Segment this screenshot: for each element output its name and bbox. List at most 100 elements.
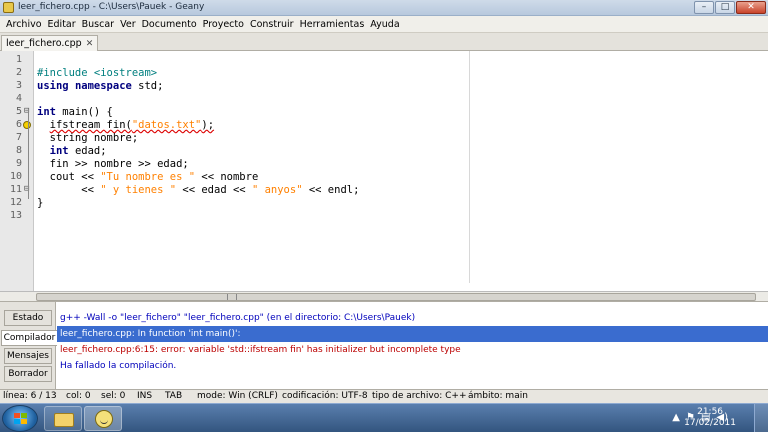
menu-documento[interactable]: Documento xyxy=(139,19,200,30)
code-token: namespace xyxy=(74,80,132,92)
line-number: 5 xyxy=(15,106,22,117)
code-line[interactable]: fin >> nombre >> edad; xyxy=(37,158,189,171)
window-title: leer_fichero.cpp - C:\Users\Pauek - Gean… xyxy=(18,2,205,12)
status-line: línea: 6 / 13 xyxy=(3,391,57,401)
clock[interactable]: 21:56 17/02/2011 xyxy=(684,407,736,429)
code-line[interactable]: int edad; xyxy=(37,145,107,158)
line-number: 11 xyxy=(9,184,22,195)
status-scope: ámbito: main xyxy=(468,391,528,401)
status-sel: sel: 0 xyxy=(101,391,126,401)
status-mode: mode: Win (CRLF) xyxy=(197,391,278,401)
code-token: "datos.txt" xyxy=(131,119,202,131)
line-number: 7 xyxy=(15,132,22,143)
window-controls: – □ ✕ xyxy=(694,1,766,14)
code-token: ifstream fin( xyxy=(49,119,132,131)
menu-buscar[interactable]: Buscar xyxy=(79,19,117,30)
geany-taskbar-icon[interactable] xyxy=(84,406,122,431)
line-number: 8 xyxy=(15,145,22,156)
line-number: 3 xyxy=(15,80,22,91)
tab-label: leer_fichero.cpp xyxy=(6,38,82,49)
code-token: ); xyxy=(201,119,215,131)
code-token: cout << xyxy=(37,171,101,183)
code-token: edad; xyxy=(68,145,107,157)
menu-bar: Archivo Editar Buscar Ver Documento Proy… xyxy=(0,16,768,33)
code-line[interactable]: << " y tienes " << edad << " anyos" << e… xyxy=(37,184,359,197)
code-token: "Tu nombre es " xyxy=(100,171,196,183)
long-line-marker xyxy=(469,51,470,283)
code-editor[interactable]: 1 2 3 4 5 ⊟ 6 7 8 9 10 11 ⊟ 12 13 #include <iostream> u… xyxy=(0,51,768,301)
geany-app-icon xyxy=(3,2,14,13)
fold-guide xyxy=(28,109,29,199)
tab-leer-fichero[interactable]: leer_fichero.cpp ✕ xyxy=(1,35,99,51)
document-tab-bar: leer_fichero.cpp ✕ xyxy=(0,33,768,51)
status-ins: INS xyxy=(137,391,153,401)
code-token: std; xyxy=(131,80,164,92)
minimize-icon[interactable]: – xyxy=(694,1,714,14)
windows-start-icon[interactable] xyxy=(2,405,38,432)
line-number: 9 xyxy=(15,158,22,169)
scrollbar-thumb[interactable] xyxy=(36,293,756,301)
show-desktop-button[interactable] xyxy=(754,404,768,432)
compiler-message[interactable]: leer_fichero.cpp:6:15: error: variable '… xyxy=(57,342,768,358)
compiler-message[interactable]: g++ -Wall -o "leer_fichero" "leer_ficher… xyxy=(57,310,768,326)
line-number: 10 xyxy=(9,171,22,182)
menu-ayuda[interactable]: Ayuda xyxy=(367,19,402,30)
compiler-message[interactable]: Ha fallado la compilación. xyxy=(57,358,768,374)
line-number: 12 xyxy=(9,197,22,208)
code-token: << xyxy=(37,184,101,196)
maximize-icon[interactable]: □ xyxy=(715,1,735,14)
explorer-folder-icon[interactable] xyxy=(44,406,82,431)
horizontal-scrollbar[interactable] xyxy=(0,291,768,301)
code-token: << nombre xyxy=(195,171,259,183)
menu-ver[interactable]: Ver xyxy=(117,19,139,30)
code-token: main() { xyxy=(55,106,113,118)
menu-editar[interactable]: Editar xyxy=(45,19,79,30)
status-encoding: codificación: UTF-8 xyxy=(282,391,368,401)
code-line[interactable]: int main() { xyxy=(37,106,113,119)
code-line[interactable]: string nombre; xyxy=(37,132,139,145)
line-number: 1 xyxy=(15,54,22,65)
code-line[interactable]: cout << "Tu nombre es " << nombre xyxy=(37,171,259,184)
code-token: int xyxy=(37,106,56,118)
close-icon[interactable]: ✕ xyxy=(736,1,766,14)
menu-herramientas[interactable]: Herramientas xyxy=(297,19,368,30)
menu-archivo[interactable]: Archivo xyxy=(3,19,45,30)
status-bar: línea: 6 / 13 col: 0 sel: 0 INS TAB mode… xyxy=(0,389,768,403)
menu-construir[interactable]: Construir xyxy=(247,19,297,30)
line-number: 4 xyxy=(15,93,22,104)
status-filetype: tipo de archivo: C++ xyxy=(372,391,467,401)
code-token: << edad << xyxy=(176,184,252,196)
code-token: << endl; xyxy=(302,184,360,196)
tab-compilador[interactable]: Compilador xyxy=(1,330,57,346)
clock-date: 17/02/2011 xyxy=(684,418,736,428)
tab-close-icon[interactable]: ✕ xyxy=(86,39,94,49)
line-number: 13 xyxy=(9,210,22,221)
code-token: " y tienes " xyxy=(100,184,177,196)
code-line[interactable]: #include <iostream> xyxy=(37,67,157,80)
code-line[interactable]: } xyxy=(37,197,43,210)
compiler-message[interactable]: leer_fichero.cpp: In function 'int main(… xyxy=(57,326,768,342)
code-token: using xyxy=(37,80,69,92)
windows-taskbar: ▲ ⚑ ▤ ◀) 21:56 17/02/2011 xyxy=(0,403,768,432)
code-token: } xyxy=(37,197,44,209)
tab-estado[interactable]: Estado xyxy=(4,310,52,326)
tab-mensajes[interactable]: Mensajes xyxy=(4,348,52,364)
code-token: #include <iostream> xyxy=(37,67,158,79)
menu-proyecto[interactable]: Proyecto xyxy=(200,19,247,30)
status-tab: TAB xyxy=(165,391,183,401)
title-bar: leer_fichero.cpp - C:\Users\Pauek - Gean… xyxy=(0,0,768,16)
code-line[interactable]: ifstream fin("datos.txt"); xyxy=(37,119,214,132)
code-line[interactable]: using namespace std; xyxy=(37,80,163,93)
code-token: fin >> nombre >> edad; xyxy=(37,158,189,170)
status-col: col: 0 xyxy=(66,391,91,401)
tab-borrador[interactable]: Borrador xyxy=(4,366,52,382)
clock-time: 21:56 xyxy=(697,407,724,417)
message-panel: Estado Compilador Mensajes Borrador g++ … xyxy=(0,301,768,390)
warning-marker-icon xyxy=(23,121,31,129)
tray-chevron-icon[interactable]: ▲ xyxy=(672,412,680,423)
code-token: string nombre; xyxy=(37,132,139,144)
code-token: " anyos" xyxy=(251,184,303,196)
line-number: 2 xyxy=(15,67,22,78)
